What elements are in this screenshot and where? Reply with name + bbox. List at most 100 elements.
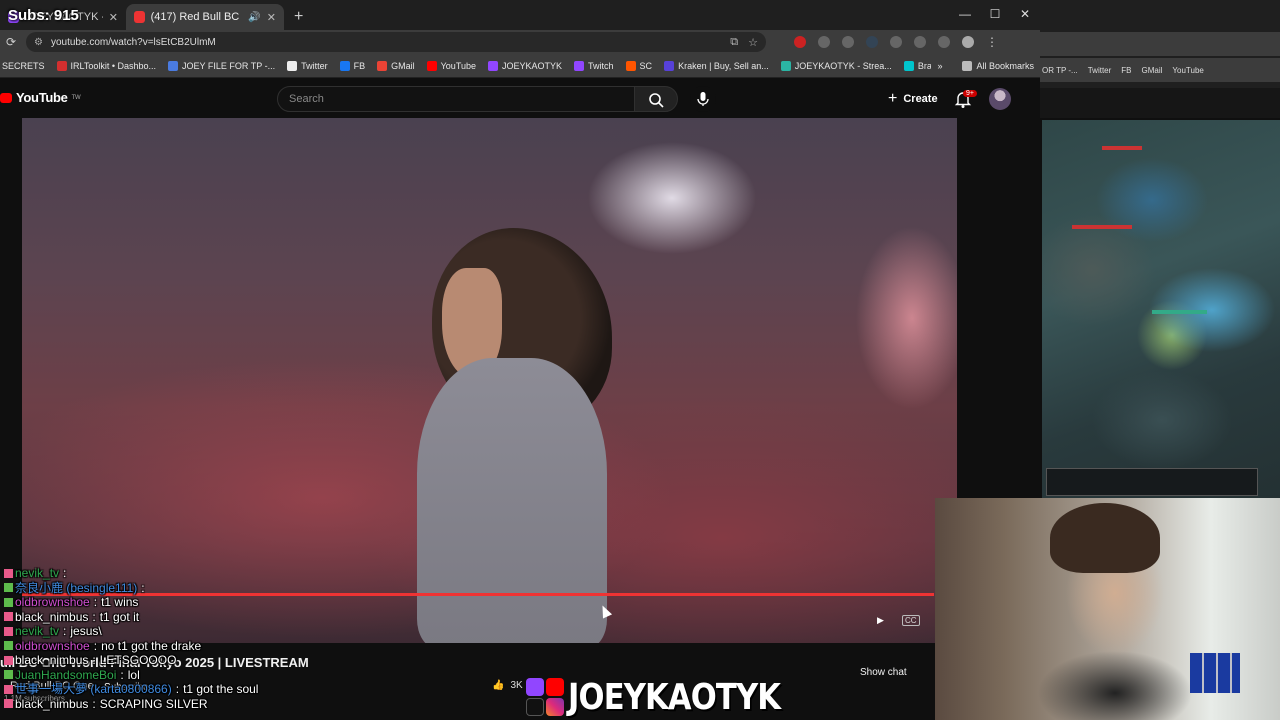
create-button[interactable]: + Create [880, 86, 946, 112]
chat-badge-icon [4, 655, 13, 665]
logo-text: YouTube [16, 90, 68, 105]
profile-avatar[interactable] [962, 36, 974, 48]
extension-icon[interactable] [794, 36, 806, 48]
chat-text: no t1 got the drake [101, 638, 202, 653]
new-tab-button[interactable]: + [284, 4, 313, 30]
bookmark-label: IRLToolkit • Dashbo... [70, 60, 157, 71]
tab-search-icon[interactable] [914, 36, 926, 48]
bookmark-label[interactable]: GMail [1142, 66, 1163, 75]
audio-icon[interactable]: 🔊 [248, 12, 260, 23]
chat-badge-icon [4, 612, 13, 622]
show-chat-button[interactable]: Show chat [860, 667, 907, 678]
brand-overlay: JOEYKAOTYK [526, 674, 818, 720]
second-window-bookmarks: OR TP -... Twitter FB GMail YouTube [1040, 58, 1280, 82]
search-icon [649, 93, 664, 108]
tab-youtube[interactable]: (417) Red Bull BC One Wo 🔊 ✕ [126, 4, 284, 30]
bookmarks-bar: SECRETS IRLToolkit • Dashbo... JOEY FILE F… [0, 54, 1040, 78]
bookmark-item[interactable]: Twitch [574, 60, 614, 71]
chat-username: oldbrownshoe [15, 595, 90, 610]
game-stream [1042, 120, 1280, 498]
side-panel-icon[interactable] [938, 36, 950, 48]
close-tab-icon[interactable]: ✕ [109, 11, 118, 24]
chat-username: black_nimbus [15, 609, 89, 624]
bookmark-item[interactable]: JOEYKAOTYK - Strea... [780, 60, 892, 71]
screen: JOEYKAOTYK - Twitch ✕ (417) Red Bull BC … [0, 0, 1280, 720]
webcam-person [1050, 503, 1160, 573]
bookmark-item[interactable]: IRLToolkit • Dashbo... [56, 60, 157, 71]
bookmark-item[interactable]: Kraken | Buy, Sell an... [664, 60, 769, 71]
extension-icon[interactable] [866, 36, 878, 48]
address-bar: ⟳ ⚙ youtube.com/watch?v=lsEtCB2UlmM ⧉ ☆ … [0, 30, 1040, 54]
microphone-icon [697, 92, 709, 106]
video-frame-body [417, 358, 607, 643]
chevron-right-icon[interactable]: » [937, 61, 942, 71]
bookmark-label[interactable]: OR TP -... [1042, 66, 1078, 75]
bookmark-label[interactable]: YouTube [1172, 66, 1203, 75]
all-bookmarks-button[interactable]: All Bookmarks [962, 61, 1034, 71]
bookmark-label: Twitter [301, 60, 328, 71]
bookmark-icon [339, 60, 350, 71]
bookmark-icon [780, 60, 791, 71]
bookmark-icon [574, 60, 585, 71]
chat-username: black_nimbus [15, 653, 89, 668]
tab-label: (417) Red Bull BC One Wo [150, 11, 243, 23]
chat-text: lol [127, 667, 140, 682]
chat-message: nevik_tv: jesus\ [4, 624, 324, 639]
url-text: youtube.com/watch?v=lsEtCB2UlmM [50, 36, 216, 48]
bookmark-label: Twitch [588, 60, 614, 71]
close-tab-icon[interactable]: ✕ [267, 11, 276, 24]
bookmark-icon [426, 60, 437, 71]
url-field[interactable]: ⚙ youtube.com/watch?v=lsEtCB2UlmM ⧉ ☆ [26, 32, 766, 52]
bookmark-item[interactable]: JOEY FILE FOR TP -... [168, 60, 275, 71]
cast-icon[interactable]: ⧉ [730, 36, 738, 49]
youtube-logo[interactable]: YouTube TW [0, 90, 81, 105]
bookmark-item[interactable]: Twitter [287, 60, 328, 71]
reload-icon[interactable]: ⟳ [0, 35, 22, 49]
bookmark-label: SECRETS [2, 60, 45, 71]
puzzle-icon[interactable] [890, 36, 902, 48]
second-window-header [1040, 88, 1280, 118]
chat-text: t1 got it [99, 609, 140, 624]
search-button[interactable] [634, 86, 678, 112]
like-count: 3K [510, 680, 523, 691]
search-input[interactable]: Search [277, 86, 635, 112]
bookmark-item[interactable]: GMail [377, 60, 415, 71]
chat-badge-icon [4, 597, 13, 607]
account-avatar[interactable] [989, 88, 1011, 110]
captions-icon[interactable]: CC [902, 615, 920, 626]
chat-username: 奈良小鹿 (besingle111) [15, 580, 138, 595]
maximize-icon[interactable]: ☐ [980, 0, 1010, 28]
extension-icon[interactable] [842, 36, 854, 48]
chat-badge-icon [4, 641, 13, 651]
play-icon[interactable]: ▶ [877, 615, 884, 626]
bookmark-item[interactable]: SC [625, 60, 652, 71]
chat-separator: : [175, 682, 180, 697]
bookmark-star-icon[interactable]: ☆ [748, 36, 758, 49]
folder-icon [962, 61, 973, 71]
video-player[interactable] [22, 118, 957, 643]
bookmark-item[interactable]: SECRETS [2, 61, 45, 71]
chat-username: oldbrownshoe [15, 638, 90, 653]
bookmark-item[interactable]: YouTube [426, 60, 476, 71]
subscriber-counter-overlay: Subs: 915 [8, 7, 79, 24]
close-window-icon[interactable]: ✕ [1010, 0, 1040, 28]
bookmark-label: Kraken | Buy, Sell an... [678, 60, 769, 71]
bookmark-label: YouTube [440, 60, 476, 71]
youtube-icon [546, 678, 564, 696]
like-button[interactable]: 👍 3K [492, 680, 523, 691]
chat-separator: : [63, 566, 67, 581]
site-info-icon[interactable]: ⚙ [34, 37, 43, 48]
extension-icon[interactable] [818, 36, 830, 48]
chat-username: 世事一場大夢 (karta0800866) [15, 682, 172, 697]
chat-badge-icon [4, 626, 13, 636]
bookmark-item[interactable]: FB [339, 60, 365, 71]
bookmark-label[interactable]: FB [1121, 66, 1131, 75]
voice-search-button[interactable] [690, 86, 716, 112]
bookmark-icon [287, 60, 298, 71]
bookmark-label[interactable]: Twitter [1088, 66, 1112, 75]
kebab-menu-icon[interactable]: ⋮ [986, 35, 998, 49]
minimize-icon[interactable]: — [950, 0, 980, 28]
bookmark-icon [56, 60, 67, 71]
bookmark-item[interactable]: JOEYKAOTYK [488, 60, 562, 71]
bookmark-label: JOEYKAOTYK - Strea... [794, 60, 892, 71]
